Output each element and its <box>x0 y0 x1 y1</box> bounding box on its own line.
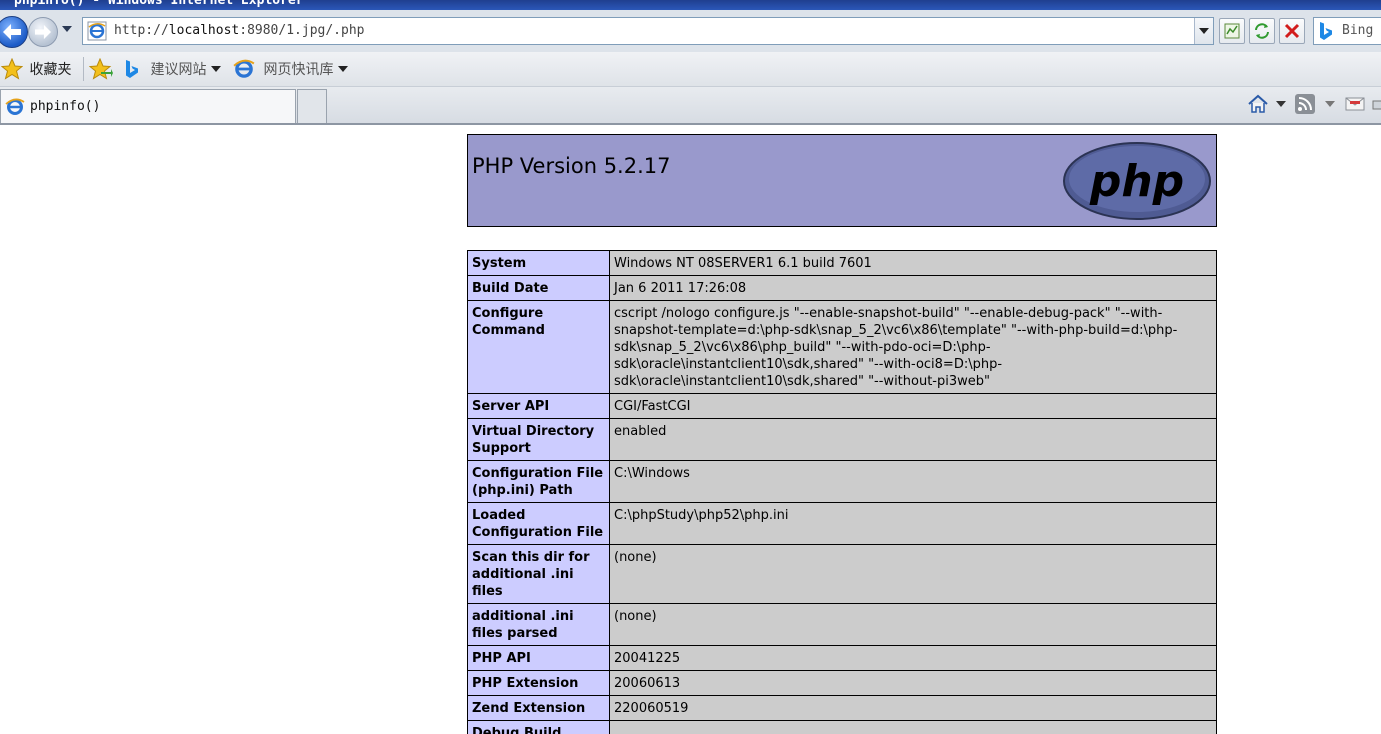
page-title: PHP Version 5.2.17 <box>472 154 671 178</box>
feeds-dropdown[interactable] <box>1325 101 1335 107</box>
row-value: cscript /nologo configure.js "--enable-s… <box>609 300 1217 394</box>
home-icon[interactable] <box>1247 93 1269 115</box>
row-key: Zend Extension <box>467 695 610 721</box>
suggested-sites-button[interactable]: 建议网站 <box>124 58 222 80</box>
recent-pages-dropdown[interactable] <box>62 26 72 32</box>
forward-button[interactable] <box>28 17 58 47</box>
url-text: http://localhost:8980/1.jpg/.php <box>114 23 365 38</box>
php-logo: php <box>1063 142 1211 220</box>
web-slice-gallery-button[interactable]: 网页快讯库 <box>233 58 349 80</box>
row-value: enabled <box>609 418 1217 461</box>
table-row: Debug Build <box>467 720 1217 734</box>
row-key: PHP API <box>467 645 610 671</box>
row-key: Loaded Configuration File <box>467 502 610 545</box>
ie-icon <box>233 59 255 78</box>
row-value: CGI/FastCGI <box>609 393 1217 419</box>
search-box[interactable]: Bing <box>1313 17 1381 45</box>
table-row: Build Date Jan 6 2011 17:26:08 <box>467 275 1217 301</box>
row-key: PHP Extension <box>467 670 610 696</box>
row-value: C:\Windows <box>609 460 1217 503</box>
php-version-header: PHP Version 5.2.17 php <box>467 134 1217 227</box>
chevron-down-icon <box>338 66 349 72</box>
row-value <box>609 720 1217 734</box>
tab-label: phpinfo() <box>30 99 101 114</box>
table-row: Configure Command cscript /nologo configu… <box>467 300 1217 394</box>
bing-icon <box>1320 22 1332 40</box>
arrow-right-icon <box>35 24 51 40</box>
add-to-favorites-bar-button[interactable] <box>88 57 113 80</box>
compatibility-view-icon <box>1224 23 1240 39</box>
favorites-separator <box>83 57 84 81</box>
row-value: (none) <box>609 603 1217 646</box>
page-content: PHP Version 5.2.17 php System Windows NT … <box>0 125 1381 734</box>
chevron-down-icon <box>211 66 222 72</box>
row-value: 20060613 <box>609 670 1217 696</box>
close-icon <box>1284 23 1300 39</box>
web-slice-gallery-label: 网页快讯库 <box>263 62 334 78</box>
row-key: Virtual Directory Support <box>467 418 610 461</box>
refresh-button[interactable] <box>1249 18 1275 44</box>
window-title-bar: phpinfo() - Windows Internet Explorer <box>0 0 1381 10</box>
svg-text:php: php <box>1089 156 1184 207</box>
row-key: Scan this dir for additional .ini files <box>467 544 610 604</box>
table-row: additional .ini files parsed (none) <box>467 603 1217 646</box>
row-value: Windows NT 08SERVER1 6.1 build 7601 <box>609 250 1217 276</box>
table-row: PHP Extension 20060613 <box>467 670 1217 696</box>
table-row: Server API CGI/FastCGI <box>467 393 1217 419</box>
new-tab-button[interactable] <box>297 89 327 123</box>
row-key: Debug Build <box>467 720 610 734</box>
table-row: PHP API 20041225 <box>467 645 1217 671</box>
suggested-sites-label: 建议网站 <box>150 62 207 78</box>
address-bar[interactable]: http://localhost:8980/1.jpg/.php <box>82 17 1214 45</box>
row-value: 20041225 <box>609 645 1217 671</box>
row-value: 220060519 <box>609 695 1217 721</box>
row-key: System <box>467 250 610 276</box>
print-icon[interactable] <box>1372 93 1381 115</box>
row-key: additional .ini files parsed <box>467 603 610 646</box>
rss-feed-icon[interactable] <box>1294 93 1316 115</box>
bing-icon <box>126 60 138 78</box>
row-key: Server API <box>467 393 610 419</box>
add-favorite-star-icon <box>88 57 113 80</box>
ie-page-icon <box>87 21 107 41</box>
window-title: phpinfo() - Windows Internet Explorer <box>14 0 304 8</box>
search-provider-label: Bing <box>1342 23 1374 38</box>
row-key: Build Date <box>467 275 610 301</box>
table-row: Loaded Configuration File C:\phpStudy\php… <box>467 502 1217 545</box>
arrow-left-icon <box>3 24 21 40</box>
refresh-icon <box>1255 23 1269 39</box>
row-key: Configuration File (php.ini) Path <box>467 460 610 503</box>
row-value: Jan 6 2011 17:26:08 <box>609 275 1217 301</box>
address-dropdown-button[interactable] <box>1194 18 1213 44</box>
stop-button[interactable] <box>1279 18 1305 44</box>
table-row: Zend Extension 220060519 <box>467 695 1217 721</box>
php-info-table: System Windows NT 08SERVER1 6.1 build 760… <box>467 250 1217 734</box>
table-row: Virtual Directory Support enabled <box>467 418 1217 461</box>
table-row: System Windows NT 08SERVER1 6.1 build 760… <box>467 250 1217 276</box>
row-key: Configure Command <box>467 300 610 394</box>
compatibility-view-button[interactable] <box>1219 18 1245 44</box>
back-button[interactable] <box>0 16 28 48</box>
navigation-bar: http://localhost:8980/1.jpg/.php Bing <box>0 10 1381 52</box>
row-value: (none) <box>609 544 1217 604</box>
table-row: Configuration File (php.ini) Path C:\Wind… <box>467 460 1217 503</box>
tab-phpinfo[interactable]: phpinfo() <box>0 89 296 123</box>
table-row: Scan this dir for additional .ini files(… <box>467 544 1217 604</box>
ie-icon <box>5 98 25 115</box>
favorites-label: 收藏夹 <box>29 62 72 78</box>
row-value: C:\phpStudy\php52\php.ini <box>609 502 1217 545</box>
read-mail-icon[interactable] <box>1344 93 1366 115</box>
favorites-button[interactable]: 收藏夹 <box>0 57 72 80</box>
favorites-bar: 收藏夹 建议网站 网页快讯库 <box>0 52 1381 87</box>
tab-bar: phpinfo() <box>0 87 1381 125</box>
home-dropdown[interactable] <box>1276 101 1286 107</box>
star-icon <box>0 57 24 80</box>
